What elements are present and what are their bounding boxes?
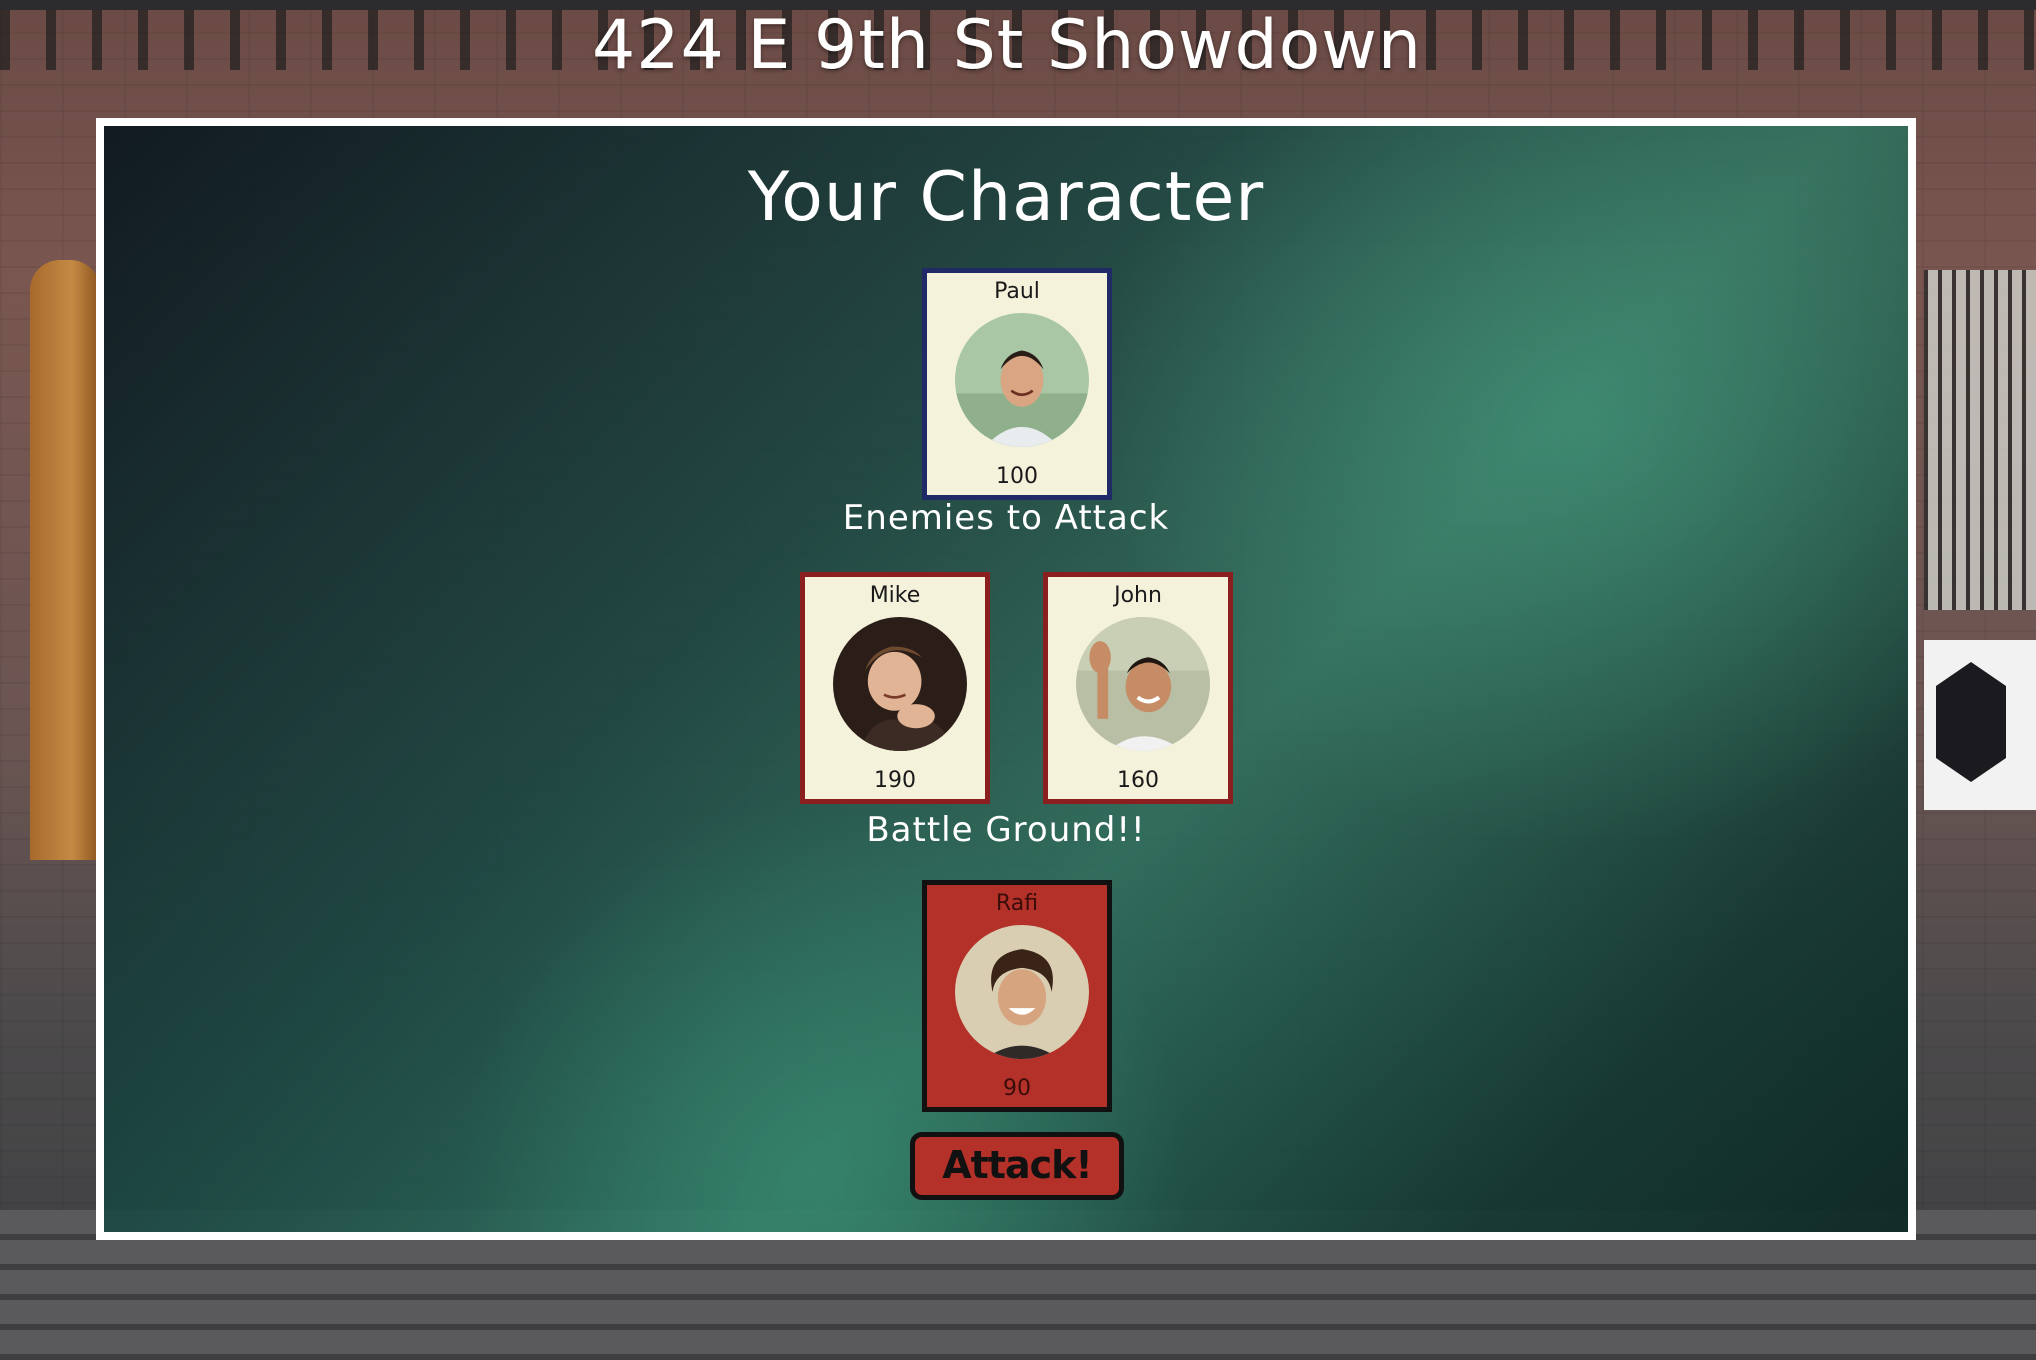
character-name: Rafi (995, 891, 1039, 916)
your-character-heading: Your Character (747, 158, 1265, 237)
player-card-paul[interactable]: Paul 100 (922, 268, 1112, 500)
defender-card-rafi[interactable]: Rafi 90 (922, 880, 1112, 1112)
background-sign-logo (1936, 662, 2006, 782)
enemy-card-john[interactable]: John 160 (1043, 572, 1233, 804)
character-name: Mike (869, 583, 921, 608)
enemies-heading: Enemies to Attack (842, 498, 1170, 538)
character-avatar (955, 313, 1089, 447)
character-hp: 90 (1003, 1076, 1031, 1101)
background-window (1924, 270, 2036, 610)
character-name: Paul (994, 279, 1040, 304)
character-avatar (955, 925, 1089, 1059)
page-title: 424 E 9th St Showdown (591, 6, 1423, 85)
attack-button[interactable]: Attack! (910, 1132, 1124, 1200)
character-name: John (1114, 583, 1162, 608)
character-hp: 100 (996, 464, 1038, 489)
enemy-card-mike[interactable]: Mike 190 (800, 572, 990, 804)
game-panel: Your Character Paul 100 Enemies to Attac… (96, 118, 1916, 1240)
character-avatar (1076, 617, 1210, 751)
character-hp: 190 (874, 768, 916, 793)
battle-ground-heading: Battle Ground!! (866, 810, 1146, 850)
background-door (30, 260, 100, 860)
character-hp: 160 (1117, 768, 1159, 793)
character-avatar (833, 617, 967, 751)
